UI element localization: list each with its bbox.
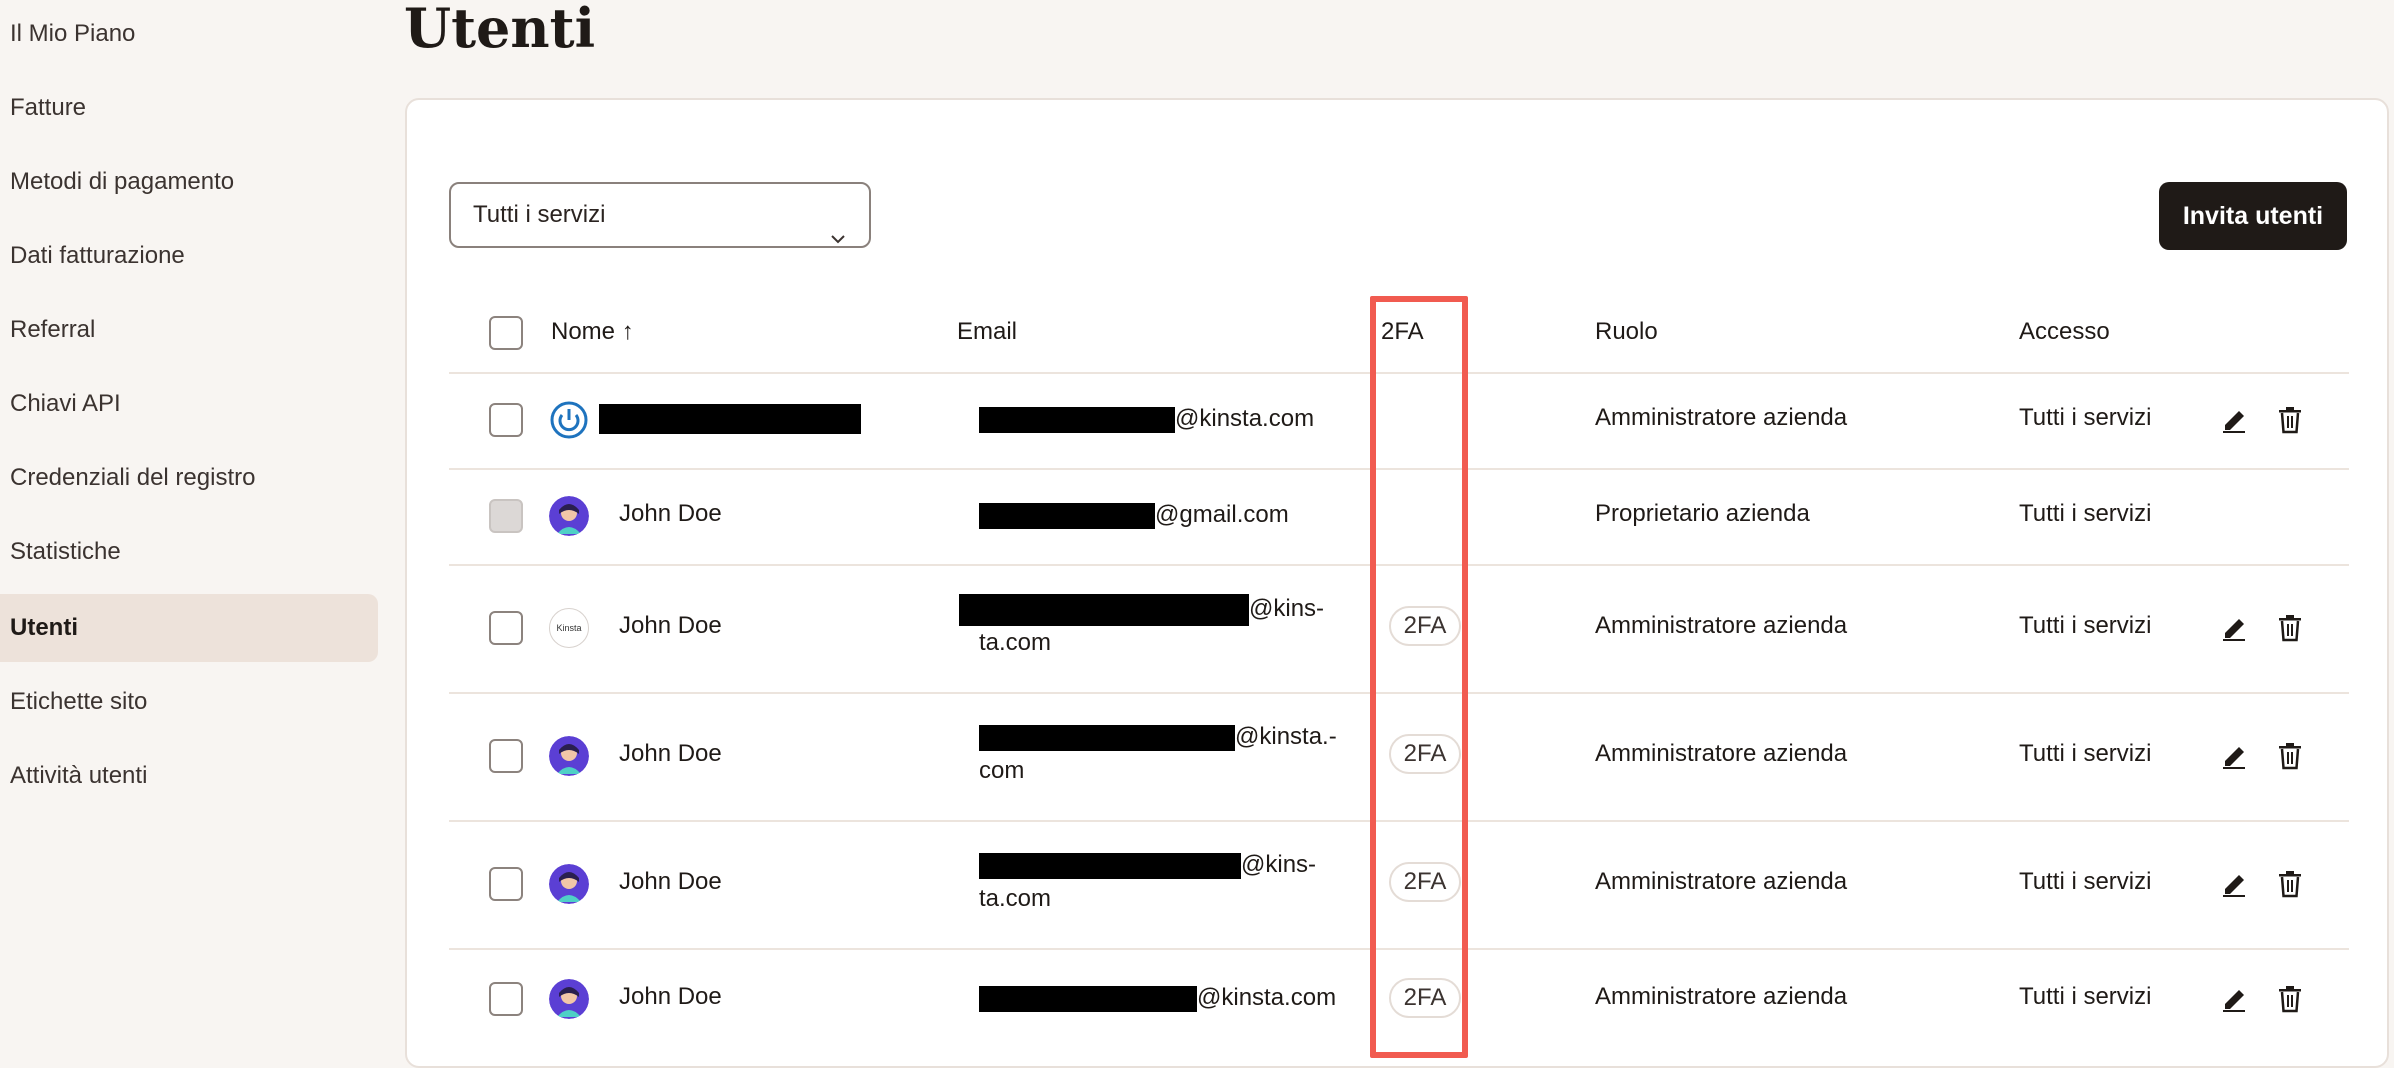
trash-icon[interactable] [2274,404,2306,436]
user-name-redacted [599,404,861,434]
user-access: Tutti i servizi [2019,404,2152,431]
email-redacted [979,406,1175,433]
trash-icon[interactable] [2274,612,2306,644]
user-role: Amministratore azienda [1595,868,1848,895]
row-checkbox[interactable] [489,867,523,901]
edit-icon[interactable] [2219,740,2251,772]
row-checkbox[interactable] [489,403,523,437]
user-avatar-icon [549,736,589,776]
trash-icon[interactable] [2274,740,2306,772]
email-redacted [979,724,1235,751]
user-role: Amministratore azienda [1595,404,1848,431]
user-role: Amministratore azienda [1595,612,1848,639]
twofa-column-highlight [1370,296,1468,1058]
user-avatar-icon [549,496,589,536]
trash-icon[interactable] [2274,868,2306,900]
column-header-access: Accesso [2019,318,2110,345]
row-checkbox[interactable] [489,739,523,773]
sidebar-item-etichette-sito[interactable]: Etichette sito [0,668,378,736]
sidebar-item-chiavi-api[interactable]: Chiavi API [0,370,378,438]
chevron-down-icon [829,208,847,270]
column-header-role: Ruolo [1595,318,1658,345]
user-avatar-icon [549,864,589,904]
user-name: John Doe [619,868,722,895]
user-name: John Doe [619,983,722,1010]
user-access: Tutti i servizi [2019,612,2152,639]
sidebar-item-credenziali-registro[interactable]: Credenziali del registro [0,444,378,512]
edit-icon[interactable] [2219,404,2251,436]
sidebar-item-fatture[interactable]: Fatture [0,74,378,142]
invite-users-button[interactable]: Invita utenti [2159,182,2347,250]
kinsta-logo-avatar: Kinsta [549,608,589,648]
power-icon [549,400,589,440]
user-role: Amministratore azienda [1595,740,1848,767]
user-email: @gmail.com [979,498,1289,532]
sidebar: Il Mio Piano Fatture Metodi di pagamento… [0,0,380,1056]
services-filter-value: Tutti i servizi [473,201,606,228]
user-name: John Doe [619,612,722,639]
user-email: @kinsta.com [979,402,1314,436]
user-email: @kinsta.com [979,981,1336,1015]
edit-icon[interactable] [2219,983,2251,1015]
sidebar-item-statistiche[interactable]: Statistiche [0,518,378,586]
edit-icon[interactable] [2219,868,2251,900]
row-checkbox[interactable] [489,982,523,1016]
user-name: John Doe [619,500,722,527]
trash-icon[interactable] [2274,983,2306,1015]
user-avatar-icon [549,979,589,1019]
column-header-email: Email [957,318,1018,345]
user-email: @kins- ta.com [979,851,1317,912]
user-access: Tutti i servizi [2019,983,2152,1010]
sidebar-item-utenti[interactable]: Utenti [0,594,378,662]
sidebar-item-metodi-pagamento[interactable]: Metodi di pagamento [0,148,378,216]
user-access: Tutti i servizi [2019,500,2152,527]
row-checkbox-disabled [489,499,523,533]
select-all-checkbox[interactable] [489,316,523,350]
user-name: John Doe [619,740,722,767]
sidebar-item-referral[interactable]: Referral [0,296,378,364]
user-role: Proprietario azienda [1595,500,1810,527]
column-header-name[interactable]: Nome ↑ [551,318,634,346]
sidebar-item-attivita-utenti[interactable]: Attività utenti [0,742,378,810]
row-checkbox[interactable] [489,611,523,645]
sidebar-item-dati-fatturazione[interactable]: Dati fatturazione [0,222,378,290]
user-access: Tutti i servizi [2019,740,2152,767]
user-role: Amministratore azienda [1595,983,1848,1010]
page-title: Utenti [404,0,596,60]
user-access: Tutti i servizi [2019,868,2152,895]
services-filter-select[interactable]: Tutti i servizi [449,182,871,248]
email-redacted [979,502,1155,529]
sidebar-item-mio-piano[interactable]: Il Mio Piano [0,0,378,68]
email-redacted [959,593,1249,626]
email-redacted [979,852,1241,879]
user-email: @kins- ta.com [959,592,1324,660]
email-redacted [979,985,1197,1012]
edit-icon[interactable] [2219,612,2251,644]
user-email: @kinsta.- com [979,723,1337,784]
